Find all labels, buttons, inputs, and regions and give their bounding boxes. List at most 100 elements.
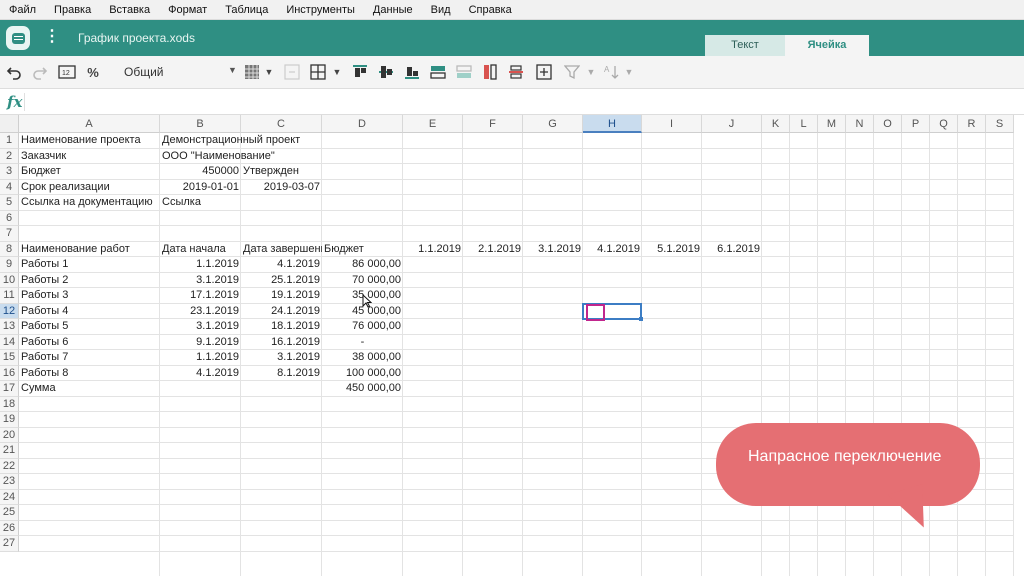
cell-A13[interactable]: Работы 5 [19,319,160,335]
sort-dropdown-icon[interactable]: ▼ [624,63,634,81]
fill-dropdown-icon[interactable]: ▼ [264,63,274,81]
cell-A12[interactable]: Работы 4 [19,304,160,320]
column-header-H[interactable]: H [583,115,642,133]
column-header-Q[interactable]: Q [930,115,958,133]
row-header-8[interactable]: 8 [0,241,19,257]
menu-table[interactable]: Таблица [216,0,277,20]
menu-edit[interactable]: Правка [45,0,100,20]
spreadsheet-grid[interactable]: A B C D E F G H I J K L M N O P Q R S 1 2 3 4 5 6 7 8 9 10 11 12 13 14 15… [0,115,1024,576]
borders-dropdown-icon[interactable]: ▼ [332,63,342,81]
number-format-icon[interactable]: 12 [58,63,76,81]
menu-tools[interactable]: Инструменты [277,0,364,20]
cell-D17[interactable]: 450 000,00 [322,381,403,397]
cell-A15[interactable]: Работы 7 [19,350,160,366]
row-header-14[interactable]: 14 [0,334,19,350]
cell-D9[interactable]: 86 000,00 [322,257,403,273]
cell-A17[interactable]: Сумма [19,381,160,397]
function-icon[interactable]: fx [7,93,22,111]
column-header-N[interactable]: N [846,115,874,133]
row-header-26[interactable]: 26 [0,520,19,536]
number-format-select[interactable]: Общий [124,65,164,79]
cell-B4[interactable]: 2019-01-01 [160,180,241,196]
cell-C14[interactable]: 16.1.2019 [241,335,322,351]
column-header-G[interactable]: G [523,115,583,133]
borders-icon[interactable] [310,63,326,81]
column-header-A[interactable]: A [19,115,160,133]
cell-D15[interactable]: 38 000,00 [322,350,403,366]
cell-A1[interactable]: Наименование проекта [19,133,160,149]
cell-F8[interactable]: 2.1.2019 [463,242,523,258]
select-all-corner[interactable] [0,115,19,133]
row-header-19[interactable]: 19 [0,412,19,428]
merge-cells-icon[interactable] [284,63,300,81]
row-header-3[interactable]: 3 [0,164,19,180]
column-header-B[interactable]: B [160,115,241,133]
tab-cells[interactable]: Ячейка [785,35,869,56]
row-header-17[interactable]: 17 [0,381,19,397]
column-header-J[interactable]: J [702,115,762,133]
cell-A16[interactable]: Работы 8 [19,366,160,382]
cell-C10[interactable]: 25.1.2019 [241,273,322,289]
insert-row-above-icon[interactable] [430,63,446,81]
column-header-C[interactable]: C [241,115,322,133]
cell-A4[interactable]: Срок реализации [19,180,160,196]
menu-help[interactable]: Справка [460,0,521,20]
cell-J8[interactable]: 6.1.2019 [702,242,762,258]
cell-A8[interactable]: Наименование работ [19,242,160,258]
row-header-25[interactable]: 25 [0,505,19,521]
insert-cell-icon[interactable] [536,63,552,81]
cell-A2[interactable]: Заказчик [19,149,160,165]
filter-icon[interactable] [564,63,580,81]
cell-D8[interactable]: Бюджет [322,242,403,258]
cell-C8[interactable]: Дата завершения [241,242,322,258]
more-menu-icon[interactable]: ⋮ [44,28,60,46]
row-header-24[interactable]: 24 [0,489,19,505]
menu-view[interactable]: Вид [422,0,460,20]
cell-A10[interactable]: Работы 2 [19,273,160,289]
row-header-23[interactable]: 23 [0,474,19,490]
filter-dropdown-icon[interactable]: ▼ [586,63,596,81]
insert-row-below-icon[interactable] [456,63,472,81]
row-header-4[interactable]: 4 [0,179,19,195]
cell-B10[interactable]: 3.1.2019 [160,273,241,289]
row-header-21[interactable]: 21 [0,443,19,459]
row-header-5[interactable]: 5 [0,195,19,211]
column-header-R[interactable]: R [958,115,986,133]
cell-C16[interactable]: 8.1.2019 [241,366,322,382]
cell-I8[interactable]: 5.1.2019 [642,242,702,258]
menu-file[interactable]: Файл [0,0,45,20]
cell-A11[interactable]: Работы 3 [19,288,160,304]
cell-C11[interactable]: 19.1.2019 [241,288,322,304]
row-header-18[interactable]: 18 [0,396,19,412]
insert-column-left-icon[interactable] [482,63,498,81]
cell-B12[interactable]: 23.1.2019 [160,304,241,320]
row-header-9[interactable]: 9 [0,257,19,273]
cell-D16[interactable]: 100 000,00 [322,366,403,382]
menu-insert[interactable]: Вставка [100,0,159,20]
cell-B11[interactable]: 17.1.2019 [160,288,241,304]
row-header-1[interactable]: 1 [0,133,19,149]
fill-handle[interactable] [639,317,643,321]
cell-A3[interactable]: Бюджет [19,164,160,180]
sort-icon[interactable]: A [604,63,620,81]
column-header-I[interactable]: I [642,115,702,133]
cell-B15[interactable]: 1.1.2019 [160,350,241,366]
cell-C3[interactable]: Утвержден [241,164,322,180]
fill-color-icon[interactable] [244,63,260,81]
row-header-12[interactable]: 12 [0,303,19,319]
cell-C9[interactable]: 4.1.2019 [241,257,322,273]
cell-B2[interactable]: ООО "Наименование" [160,149,275,165]
insert-column-right-icon[interactable] [508,63,524,81]
cell-B13[interactable]: 3.1.2019 [160,319,241,335]
column-header-S[interactable]: S [986,115,1014,133]
align-top-icon[interactable] [352,63,368,81]
cell-B14[interactable]: 9.1.2019 [160,335,241,351]
column-header-D[interactable]: D [322,115,403,133]
cell-E8[interactable]: 1.1.2019 [403,242,463,258]
column-header-F[interactable]: F [463,115,523,133]
row-header-22[interactable]: 22 [0,458,19,474]
formula-input[interactable] [30,95,1010,110]
tab-text[interactable]: Текст [705,35,785,56]
row-header-11[interactable]: 11 [0,288,19,304]
row-header-7[interactable]: 7 [0,226,19,242]
